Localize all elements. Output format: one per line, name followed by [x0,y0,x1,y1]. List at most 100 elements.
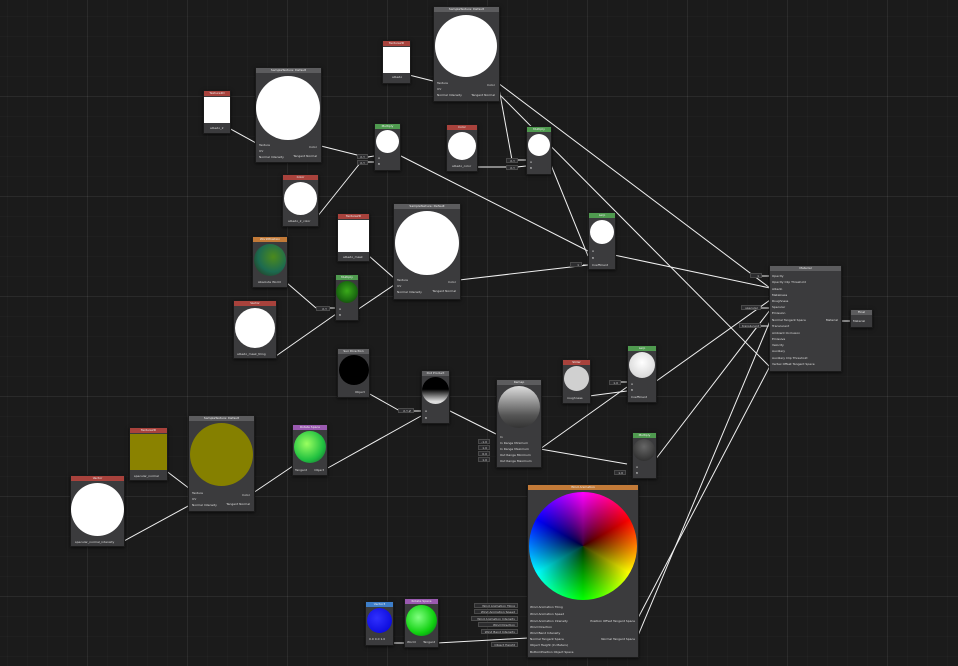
rotate-space-node-2[interactable]: Rotate Space World Tangent [404,598,439,648]
output-tangent-normal: Tangent Normal [471,93,495,97]
wind-direction-field[interactable]: Wind Direction [478,622,518,627]
rotate-space-node[interactable]: Rotate Space Tangent Object [292,424,328,476]
preview-sphere [529,492,637,600]
wire [164,469,191,490]
world-position-node[interactable]: WorldPosition Absolute World [252,236,288,288]
output-tangent: Tangent [423,640,435,644]
sample-texture-node-mid[interactable]: SampleTexture: Default Texture UV Normal… [393,203,461,300]
input-a: A [631,382,634,386]
preview-sphere [422,377,449,404]
input-b: B [530,166,533,170]
input-b: B [592,256,595,260]
remap-field[interactable]: 1.0 [478,445,490,450]
translucent-field[interactable]: translucent [739,323,761,328]
node-title: Vector [234,301,276,306]
node-label: albedo_2_color [288,219,311,223]
wire [588,390,628,397]
node-title: Multiply [375,124,400,129]
multiply-field[interactable]: 1.0 [614,470,626,475]
wind-intensity-field[interactable]: Wind Animation Intensity [471,616,518,621]
input-in-range-max: In Range Maximum [500,447,529,451]
input-normal-intensity: Normal Intensity [437,93,462,97]
uv-field[interactable]: X,Y [506,165,518,170]
lerp-node-2[interactable]: Lerp A B Coefficient [627,345,657,403]
node-label: 0.0 0.0 1.0 [369,637,386,641]
input-normal-intensity: Normal Intensity [192,503,217,507]
output-material: Material [825,318,838,322]
node-label: Absolute World [258,280,281,284]
texture2d-specular-normal-node[interactable]: Texture2D specular_normal [129,427,168,481]
remap-field[interactable]: -1.0 [478,439,490,444]
wire [320,145,362,157]
input-emissive: Emissive [772,337,786,341]
object-height-field[interactable]: Object Height [491,642,518,647]
output-tangent-normal: Tangent Normal [432,289,456,293]
input-a: A [530,160,533,164]
wind-bend-field[interactable]: Wind Bend Intensity [481,629,518,634]
uv-field[interactable]: X,Y [357,160,368,165]
coefficient-field[interactable]: 1 [570,262,582,267]
wire [447,409,497,435]
wire [356,284,395,311]
output-color: Color [242,493,250,497]
specular-field[interactable]: specular [741,305,761,310]
color-albedo2-node[interactable]: Color albedo_2_color [282,174,319,227]
texture-preview [338,220,369,252]
color-albedo-node[interactable]: Color albedo_color [446,124,478,172]
tiling-field[interactable]: X,Y [316,306,330,311]
uv-field[interactable]: X,Y [506,158,518,163]
wire [654,299,771,383]
sample-texture-node-top[interactable]: SampleTexture: Default Texture UV Normal… [433,6,500,102]
texture2d-albedo-node[interactable]: Texture2D albedo [382,40,411,84]
remap-node[interactable]: Remap In In Range Minimum In Range Maxim… [496,379,542,468]
remap-field[interactable]: 1.0 [478,457,490,462]
wind-speed-field[interactable]: Wind Animation Speed [474,609,518,614]
node-title: Lerp [628,346,656,351]
texture2d-albedo2-node[interactable]: Texture2D albedo_2 [203,90,231,134]
vector-specular-normal-intensity-node[interactable]: Vector specular_normal_intensity [70,475,125,547]
node-title: SampleTexture: Default [189,416,254,421]
multiply-node-4[interactable]: Multiply A B [632,432,657,479]
multiply-node-1[interactable]: Multiply A B [374,123,401,171]
vector3-blue-node[interactable]: Vector3 0.0 0.0 1.0 [365,601,394,646]
wind-animation-node[interactable]: Wind Animation Wind Animation Tiling Win… [527,484,639,658]
material-node[interactable]: Material Opacity Opacity Clip Threshold … [769,265,842,372]
sun-direction-node[interactable]: Sun Direction Object [337,348,370,398]
lerp-field[interactable]: 1.0 [609,380,621,385]
preview-sphere [528,134,550,156]
input-world: World [407,640,416,644]
node-label: albedo_mask [343,255,363,259]
input-b: B [631,388,634,392]
wind-tiling-field[interactable]: Wind Animation Tiling [474,603,518,608]
input-normal-tangent: Normal Tangent Space [772,318,806,322]
slider-roughness-node[interactable]: Slider roughness [562,359,591,404]
wire [252,465,294,494]
node-title: Color [447,125,477,130]
wire [613,254,771,289]
input-b: B [425,416,428,420]
opacity-field[interactable]: 1 [750,273,762,278]
lerp-node-1[interactable]: Lerp A B Coefficient [588,212,616,270]
uv-field[interactable]: X,Y [357,154,368,159]
wire [123,504,191,542]
vector-field[interactable]: X,Y,Z [398,408,414,413]
remap-field[interactable]: 0.0 [478,451,490,456]
wire [226,126,257,144]
node-title: Rotate Space [405,599,438,604]
output-tangent-normal: Tangent Normal [293,154,317,158]
sample-texture-node-left[interactable]: SampleTexture: Default Texture UV Normal… [255,67,322,163]
node-title: Multiply [633,433,656,438]
dot-product-node[interactable]: Dot Product A B [421,370,450,424]
input-velocity: Velocity [772,343,784,347]
texture2d-albedo-mask-node[interactable]: Texture2D albedo_mask [337,213,370,262]
multiply-node-3[interactable]: Multiply A B [335,274,359,321]
preview-sphere [376,130,399,153]
multiply-node-2[interactable]: Multiply A B [526,126,552,175]
final-node[interactable]: Final Material [850,309,873,328]
wire [316,161,362,218]
sample-texture-node-bottom[interactable]: SampleTexture: Default Texture UV Normal… [188,415,255,512]
preview-sphere [435,15,497,77]
input-in-range-min: In Range Minimum [500,441,529,445]
output-color: Color [448,280,456,284]
vector-albedo-mask-tiling-node[interactable]: Vector albedo_mask_tiling [233,300,277,359]
